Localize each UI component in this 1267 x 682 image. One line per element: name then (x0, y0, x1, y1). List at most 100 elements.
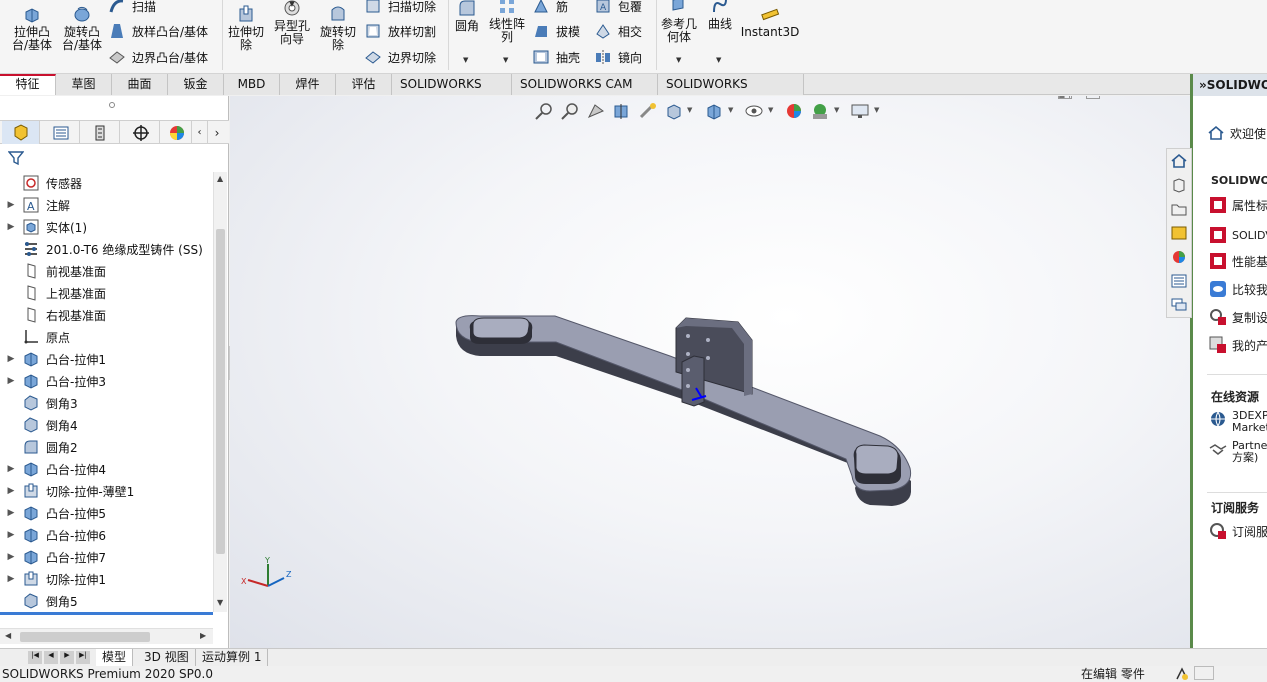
next-tab-icon[interactable]: ▶ (60, 651, 74, 664)
wrap-button[interactable]: A 包覆 (594, 0, 642, 15)
tree-item[interactable]: ▶ 切除-拉伸-薄壁1 (0, 480, 212, 502)
panel-splitter-handle[interactable] (109, 102, 115, 108)
revolve-boss-button[interactable]: 旋转凸 台/基体 (58, 4, 106, 52)
home-icon[interactable] (1170, 153, 1188, 169)
tab-solidworks-cam[interactable]: SOLIDWORKS CAM (392, 74, 512, 111)
tree-item[interactable]: ▶ 实体(1) (0, 216, 212, 238)
tree-item[interactable]: 原点 (0, 326, 212, 348)
subscription-link[interactable]: 订阅服 (1209, 522, 1267, 540)
hole-wizard-button[interactable]: 异型孔 向导 ▼ (270, 0, 314, 46)
resource-link[interactable]: 属性标 (1209, 196, 1267, 214)
tree-item[interactable]: 传感器 (0, 172, 212, 194)
tree-item[interactable]: 201.0-T6 绝缘成型铸件 (SS) (0, 238, 212, 260)
draft-button[interactable]: 拔模 (532, 22, 580, 40)
tree-horizontal-scrollbar[interactable]: ◀ ▶ (0, 628, 213, 644)
first-tab-icon[interactable]: |◀ (28, 651, 42, 664)
resource-link[interactable]: 复制设 (1209, 308, 1267, 326)
extrude-boss-button[interactable]: 拉伸凸 台/基体 (8, 4, 56, 52)
tree-item[interactable]: 右视基准面 (0, 304, 212, 326)
tab-solidworks-cam-tbm[interactable]: SOLIDWORKS CAM TBM (512, 74, 658, 111)
chevron-down-icon[interactable]: ▼ (716, 56, 721, 64)
last-tab-icon[interactable]: ▶| (76, 651, 90, 664)
resource-link[interactable]: SOLIDV (1209, 226, 1267, 244)
tree-item[interactable]: 倒角4 (0, 414, 212, 436)
tree-item[interactable]: ▶ 凸台-拉伸6 (0, 524, 212, 546)
revolve-cut-button[interactable]: 旋转切 除 (316, 4, 360, 52)
tab-sheet-metal[interactable]: 钣金 (168, 74, 224, 95)
tab-model[interactable]: 模型 (96, 649, 134, 666)
tree-item[interactable]: ▶ 凸台-拉伸7 (0, 546, 212, 568)
scroll-right-icon[interactable]: ▶ (200, 631, 206, 640)
tree-item[interactable]: ▶ A 注解 (0, 194, 212, 216)
design-library-icon[interactable] (1170, 177, 1188, 193)
tab-dimxpert-manager[interactable] (122, 121, 160, 144)
tree-item[interactable]: ▶ 凸台-拉伸5 (0, 502, 212, 524)
extrude-cut-button[interactable]: 拉伸切 除 (224, 4, 268, 52)
tab-property-manager[interactable] (42, 121, 80, 144)
chevron-down-icon[interactable]: ▼ (676, 56, 681, 64)
expand-icon[interactable]: » (1199, 78, 1207, 92)
tab-feature-tree[interactable] (2, 121, 40, 144)
tab-motion-study[interactable]: 运动算例 1 (196, 649, 269, 666)
expand-arrow-icon[interactable]: ▶ (0, 354, 22, 364)
loft-boss-button[interactable]: 放样凸台/基体 (108, 22, 208, 40)
expand-arrow-icon[interactable]: ▶ (0, 574, 22, 584)
instant3d-button[interactable]: Instant3D (741, 4, 799, 39)
tree-item[interactable]: 倒角3 (0, 392, 212, 414)
view-palette-icon[interactable] (1170, 225, 1188, 241)
boundary-boss-button[interactable]: 边界凸台/基体 (108, 48, 208, 66)
expand-arrow-icon[interactable]: ▶ (0, 530, 22, 540)
tree-item[interactable]: 圆角2 (0, 436, 212, 458)
filter-icon[interactable] (8, 150, 24, 166)
tree-item[interactable]: ▶ 凸台-拉伸4 (0, 458, 212, 480)
linear-pattern-button[interactable]: 线性阵 列 (486, 0, 528, 44)
mirror-button[interactable]: 镜向 (594, 48, 642, 66)
resource-link[interactable]: 性能基 (1209, 252, 1267, 270)
expand-arrow-icon[interactable]: ▶ (0, 464, 22, 474)
tree-rollback-bar[interactable] (0, 612, 213, 615)
sweep-button[interactable]: 扫描 (108, 0, 156, 15)
tab-3d-views[interactable]: 3D 视图 (138, 649, 196, 666)
online-resource-link[interactable]: 3DEXP Market (1209, 410, 1267, 440)
expand-arrow-icon[interactable]: ▶ (0, 200, 22, 210)
rebuild-icon[interactable] (1174, 666, 1190, 682)
graphics-area[interactable]: ▼ ▼ ▼ ▼ ▼ ◧ × (230, 96, 1190, 648)
shell-button[interactable]: 抽壳 (532, 48, 580, 66)
rib-button[interactable]: 筋 (532, 0, 568, 15)
scroll-down-icon[interactable]: ▼ (217, 598, 223, 607)
tree-item[interactable]: ▶ 凸台-拉伸1 (0, 348, 212, 370)
tree-item[interactable]: ▶ 凸台-拉伸3 (0, 370, 212, 392)
welcome-link[interactable]: 欢迎使 (1207, 124, 1267, 142)
expand-arrow-icon[interactable]: ▶ (0, 222, 22, 232)
resource-link[interactable]: 我的产 (1209, 336, 1267, 354)
boundary-cut-button[interactable]: 边界切除 (364, 48, 436, 66)
chevron-down-icon[interactable]: ▼ (503, 56, 508, 64)
curves-button[interactable]: 曲线 (702, 0, 738, 31)
prev-tab-icon[interactable]: ◀ (44, 651, 58, 664)
chevron-down-icon[interactable]: ▼ (463, 56, 468, 64)
tab-weldments[interactable]: 焊件(D) (280, 74, 336, 111)
reference-geometry-button[interactable]: 参考几 何体 (658, 0, 700, 44)
tree-item[interactable]: 上视基准面 (0, 282, 212, 304)
tree-item[interactable]: 前视基准面 (0, 260, 212, 282)
tab-scroll-left[interactable]: ‹ (192, 121, 208, 144)
intersect-button[interactable]: 相交 (594, 22, 642, 40)
lofted-cut-button[interactable]: 放样切割 (364, 22, 436, 40)
scrollbar-thumb[interactable] (20, 632, 150, 642)
scroll-left-icon[interactable]: ◀ (5, 631, 11, 640)
tab-solidworks-inspection[interactable]: SOLIDWORKS Inspection (658, 74, 804, 111)
tab-configuration-manager[interactable] (82, 121, 120, 144)
tree-item[interactable]: ▶ 切除-拉伸1 (0, 568, 212, 590)
tab-scroll-right[interactable]: › (208, 121, 226, 144)
custom-properties-icon[interactable] (1170, 273, 1188, 289)
expand-arrow-icon[interactable]: ▶ (0, 376, 22, 386)
part-model[interactable] (230, 96, 1190, 648)
file-explorer-icon[interactable] (1170, 201, 1188, 217)
tree-item[interactable]: 倒角5 (0, 590, 212, 612)
chevron-down-icon[interactable]: ▼ (289, 0, 294, 11)
online-resource-link[interactable]: Partne 方案) (1209, 440, 1267, 470)
tab-features[interactable]: 特征 (0, 74, 56, 95)
expand-arrow-icon[interactable]: ▶ (0, 552, 22, 562)
tab-sketch[interactable]: 草图 (56, 74, 112, 95)
tree-vertical-scrollbar[interactable]: ▲ ▼ (213, 172, 227, 612)
